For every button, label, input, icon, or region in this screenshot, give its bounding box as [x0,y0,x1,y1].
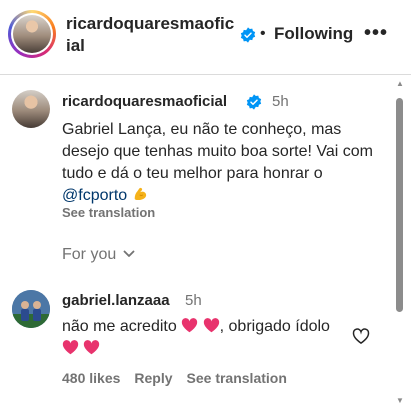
reply-actions: 480 likes Reply See translation [62,370,301,386]
see-translation-link[interactable]: See translation [187,370,287,386]
scrollbar-thumb[interactable] [396,98,403,312]
reply-button[interactable]: Reply [134,370,172,386]
avatar [13,15,51,53]
mention-link[interactable]: @fcporto [62,187,127,204]
comment-sort-dropdown[interactable]: For you [62,246,116,264]
reply-timestamp: 5h [185,292,202,309]
separator-dot: • [260,25,266,42]
likes-count[interactable]: 480 likes [62,370,120,386]
pink-heart-icon [203,318,219,333]
flexed-biceps-icon [134,187,146,201]
avatar-photo-icon [12,290,50,328]
see-translation-link[interactable]: See translation [62,205,155,220]
scroll-down-arrow-icon[interactable]: ▼ [396,396,404,405]
verified-badge-icon [240,27,256,43]
scroll-up-arrow-icon[interactable]: ▲ [396,79,404,88]
reply-text-part1: não me acredito [62,318,177,335]
following-button[interactable]: Following [274,24,353,44]
pink-heart-icon [84,340,100,355]
reply-text-part2: , obrigado ídolo [219,318,330,335]
caption-avatar[interactable] [12,90,50,128]
chevron-down-icon[interactable] [122,247,136,261]
reply-username[interactable]: gabriel.lanzaaa [62,292,170,309]
post-header: ricardoquaresmaoficial • Following ••• [0,0,411,75]
caption-timestamp: 5h [272,93,289,110]
story-ring-avatar[interactable] [8,10,56,58]
verified-badge-icon [246,94,262,110]
pink-heart-icon [62,340,79,355]
avatar-frame [11,13,53,55]
header-username[interactable]: ricardoquaresmaoficial [66,13,236,57]
caption-body: Gabriel Lança, eu não te conheço, mas de… [62,121,373,182]
reply-avatar[interactable] [12,290,50,328]
reply-text: não me acredito , obrigado ídolo [62,316,342,360]
pink-heart-icon [182,318,198,333]
more-options-icon[interactable]: ••• [364,22,388,45]
caption-text: Gabriel Lança, eu não te conheço, mas de… [62,119,382,207]
like-heart-icon[interactable] [351,326,371,346]
caption-username[interactable]: ricardoquaresmaoficial [62,93,227,110]
